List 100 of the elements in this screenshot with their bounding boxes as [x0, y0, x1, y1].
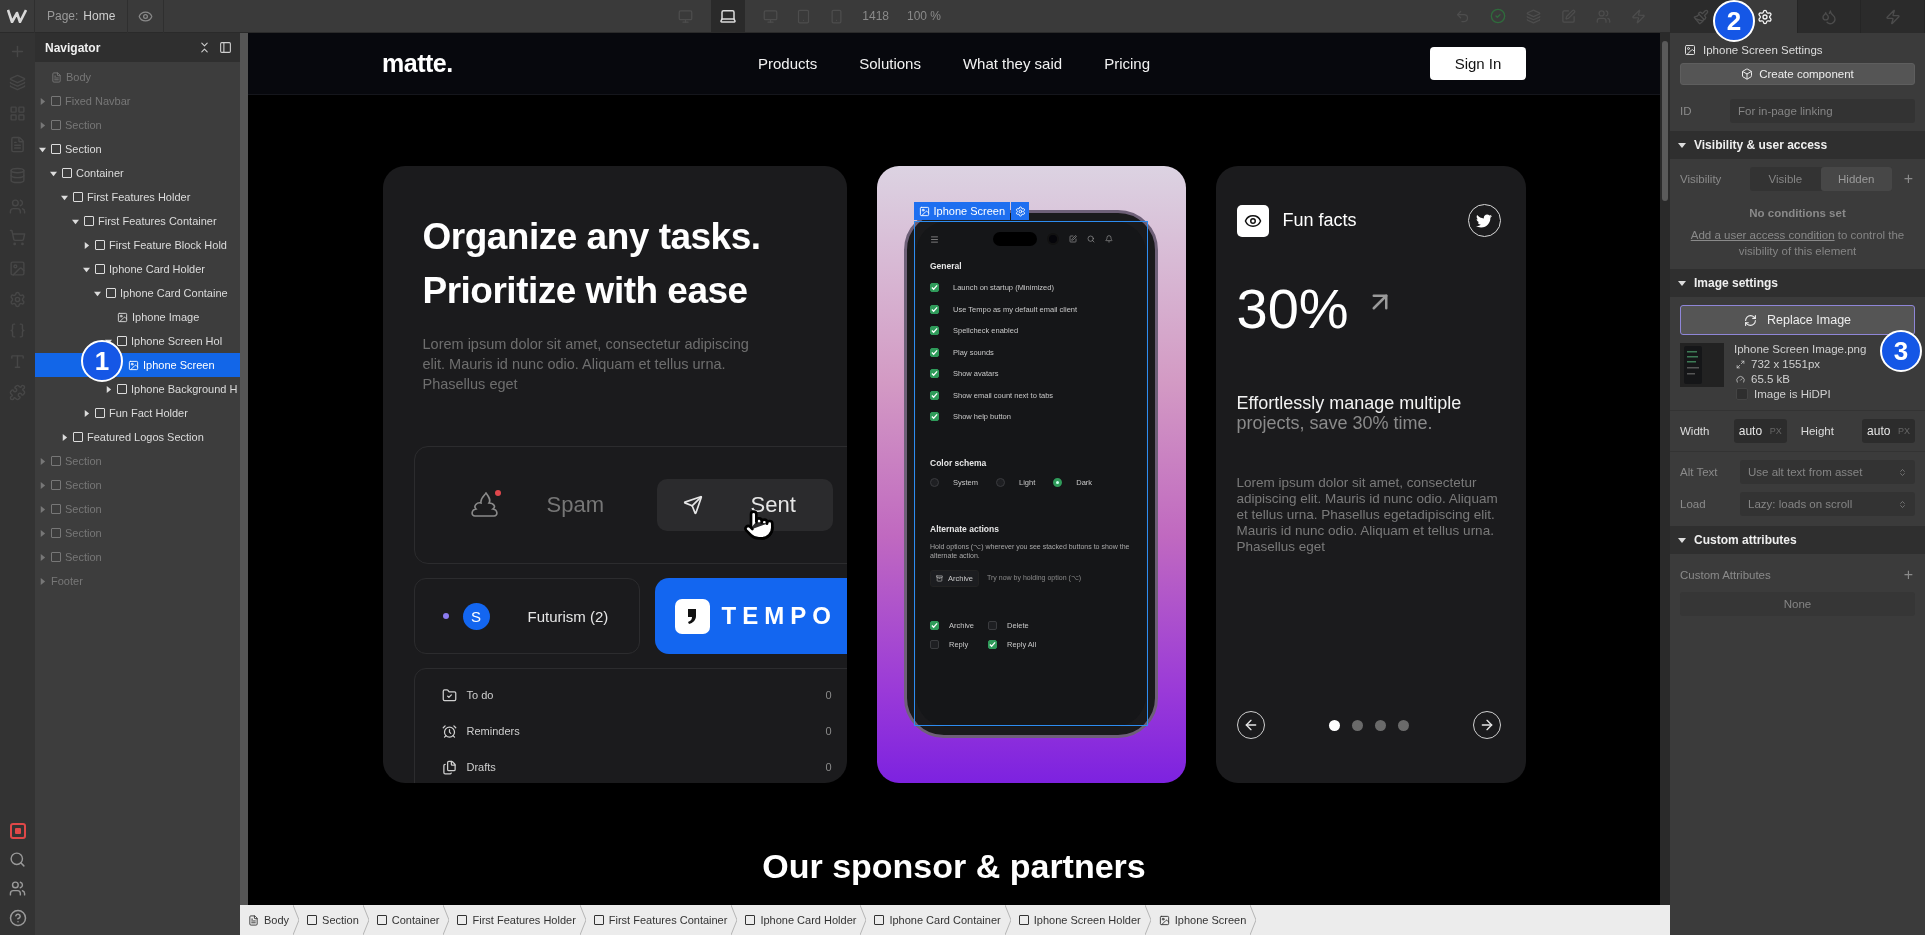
brush-icon: [1693, 8, 1710, 25]
caret-icon[interactable]: [71, 217, 79, 225]
navigator-item[interactable]: First Features Container: [35, 209, 240, 233]
separator-icon: [1004, 905, 1011, 935]
checkbox[interactable]: [930, 639, 939, 649]
checkbox[interactable]: [988, 620, 997, 630]
box-icon: [95, 408, 105, 418]
box-icon: [1018, 915, 1029, 925]
laptop-button[interactable]: [711, 0, 746, 33]
navigator-item[interactable]: Iphone Image: [35, 305, 240, 329]
checkbox[interactable]: [930, 347, 939, 357]
checkbox[interactable]: [930, 283, 939, 293]
section-header[interactable]: Visibility & user access: [1670, 131, 1925, 159]
nav-link[interactable]: Pricing: [1104, 55, 1150, 72]
caret-icon[interactable]: [93, 289, 101, 297]
account-panel[interactable]: S Futurism (2): [413, 578, 640, 654]
settings-title: Iphone Screen Settings: [1703, 44, 1823, 56]
checkbox[interactable]: [930, 369, 939, 379]
nav-link[interactable]: Solutions: [859, 55, 921, 72]
cube-icon: [1741, 68, 1754, 80]
nav-link[interactable]: Products: [758, 55, 818, 72]
checkbox[interactable]: [930, 390, 939, 400]
check-circle-icon[interactable]: [1490, 8, 1506, 24]
refresh-icon: [1743, 313, 1757, 327]
navigator-item[interactable]: Iphone Card Containe: [35, 281, 240, 305]
breadcrumb[interactable]: Body: [248, 914, 294, 926]
search-icon[interactable]: [9, 851, 26, 868]
navigator-item[interactable]: Container: [35, 161, 240, 185]
screen-heading: Color schema: [930, 457, 988, 468]
breadcrumb[interactable]: Section: [307, 914, 363, 926]
help-icon[interactable]: [8, 909, 27, 927]
checkbox[interactable]: [930, 326, 939, 336]
navigator-item[interactable]: First Features Holder: [35, 185, 240, 209]
caret-icon[interactable]: [60, 193, 68, 201]
page-name[interactable]: Home: [83, 9, 116, 23]
avatar: S: [462, 602, 490, 630]
navigator-item[interactable]: Section: [35, 137, 240, 161]
breadcrumb[interactable]: Iphone Card Holder: [745, 914, 861, 926]
checkbox[interactable]: [930, 304, 939, 314]
replace-image-button[interactable]: Replace Image: [1680, 305, 1915, 335]
collapse-icon[interactable]: [198, 41, 211, 54]
load-select[interactable]: Lazy: loads on scroll: [1740, 492, 1915, 516]
folder-label[interactable]: Reminders: [466, 725, 816, 737]
breadcrumb[interactable]: Iphone Screen: [1158, 914, 1251, 926]
radio-button[interactable]: [930, 478, 939, 487]
breadcrumb[interactable]: First Features Holder: [457, 914, 580, 926]
carousel-dot[interactable]: [1397, 719, 1409, 731]
alt-text-select[interactable]: Use alt text from asset: [1740, 460, 1915, 484]
folder-count: 0: [825, 761, 832, 773]
breadcrumb[interactable]: Iphone Screen Holder: [1018, 914, 1145, 926]
carousel-dot[interactable]: [1328, 719, 1340, 731]
carousel-dot[interactable]: [1374, 719, 1386, 731]
radio-button[interactable]: [996, 478, 1005, 487]
carousel-dot[interactable]: [1351, 719, 1363, 731]
caret-icon[interactable]: [82, 241, 90, 249]
element-settings-button[interactable]: [1011, 202, 1030, 220]
section-header[interactable]: Image settings: [1670, 269, 1925, 297]
breadcrumb[interactable]: First Features Container: [593, 914, 732, 926]
box-icon: [117, 384, 127, 394]
gauge-icon: [1736, 374, 1745, 384]
checkbox[interactable]: [930, 620, 939, 630]
empty-text: Add a user access condition to control the visibility of this element: [1689, 228, 1906, 259]
navigator-item[interactable]: Featured Logos Section: [35, 425, 240, 449]
create-component-button[interactable]: Create component: [1680, 63, 1915, 85]
navigator-item[interactable]: Fun Fact Holder: [35, 401, 240, 425]
navigator-item[interactable]: First Feature Block Hold: [35, 233, 240, 257]
nav-link[interactable]: What they said: [962, 55, 1063, 72]
logo-icon[interactable]: [7, 9, 27, 23]
caret-icon[interactable]: [49, 169, 57, 177]
breadcrumb[interactable]: Container: [376, 914, 444, 926]
caret-icon[interactable]: [82, 409, 90, 417]
box-icon: [95, 240, 105, 250]
dock-icon[interactable]: [219, 41, 232, 54]
sign-in-button[interactable]: Sign In: [1430, 47, 1526, 80]
caret-icon[interactable]: [38, 145, 46, 153]
box-icon: [51, 504, 61, 514]
file-name: Iphone Screen Image.png: [1734, 343, 1867, 355]
checkbox[interactable]: [988, 639, 997, 649]
page-label: Page:: [47, 9, 79, 23]
page-icon: [248, 914, 259, 926]
section-header[interactable]: Custom attributes: [1670, 526, 1925, 554]
box-icon: [874, 915, 885, 925]
navigator-item[interactable]: Iphone Card Holder: [35, 257, 240, 281]
folder-label[interactable]: Drafts: [466, 761, 816, 773]
caret-icon[interactable]: [82, 265, 90, 273]
mail-tab[interactable]: Spam: [444, 479, 621, 531]
screen-heading: General: [930, 261, 963, 271]
radio-button[interactable]: [1053, 478, 1063, 487]
users-icon[interactable]: [9, 880, 26, 897]
breadcrumb[interactable]: Iphone Card Container: [874, 914, 1005, 926]
box-icon: [73, 192, 83, 202]
resize-handle[interactable]: [240, 33, 248, 905]
settings-icon: [1014, 205, 1026, 217]
record-icon[interactable]: [9, 823, 26, 839]
folder-label[interactable]: To do: [466, 689, 816, 701]
separator-icon: [1144, 905, 1151, 935]
caret-icon[interactable]: [60, 433, 68, 441]
checkbox[interactable]: [930, 412, 939, 422]
caret-icon[interactable]: [104, 385, 112, 393]
site-logo[interactable]: matte.: [382, 49, 758, 78]
